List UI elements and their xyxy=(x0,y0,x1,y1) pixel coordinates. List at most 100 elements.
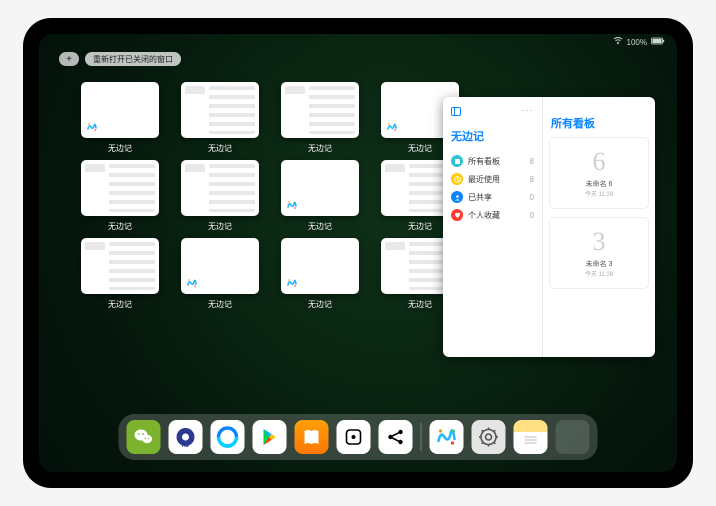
freeform-app-icon xyxy=(185,276,199,290)
freeform-app-icon xyxy=(285,198,299,212)
window-tile[interactable]: 无边记 xyxy=(181,160,259,232)
window-tile-label: 无边记 xyxy=(108,299,132,310)
window-tile[interactable]: 无边记 xyxy=(181,238,259,310)
board-name: 未命名 6 xyxy=(586,179,613,189)
window-thumbnail xyxy=(281,160,359,216)
sidebar-item-icon xyxy=(451,155,463,167)
boards-pane: 所有看板 6未命名 6今天 11:293未命名 3今天 11:28 xyxy=(543,97,655,357)
window-thumbnail xyxy=(181,160,259,216)
sidebar-item[interactable]: 个人收藏 0 xyxy=(449,206,536,224)
ipad-device: 100% + 重新打开已关闭的窗口 无边记无边记无边记无边记无边记无边记无边记无… xyxy=(23,18,693,488)
boards-title: 所有看板 xyxy=(551,115,649,131)
window-tile[interactable]: 无边记 xyxy=(81,160,159,232)
dock: HD xyxy=(119,414,598,460)
window-thumbnail xyxy=(81,238,159,294)
window-tile[interactable]: 无边记 xyxy=(181,82,259,154)
window-thumbnail xyxy=(181,82,259,138)
window-tile-label: 无边记 xyxy=(208,221,232,232)
sidebar-item[interactable]: 所有看板 8 xyxy=(449,152,536,170)
sidebar-toggle-icon[interactable] xyxy=(451,107,461,118)
window-tile-label: 无边记 xyxy=(408,299,432,310)
window-tile-label: 无边记 xyxy=(208,143,232,154)
dock-app-qq-browser[interactable] xyxy=(211,420,245,454)
window-tile-label: 无边记 xyxy=(108,221,132,232)
window-thumbnail xyxy=(181,238,259,294)
reopen-toolbar: + 重新打开已关闭的窗口 xyxy=(59,52,181,66)
sidebar-item-label: 所有看板 xyxy=(468,156,500,167)
freeform-main-window[interactable]: ··· 无边记 所有看板 8 最近使用 8 已共享 0 个人收藏 0 所有看板 6 未命名 6今… xyxy=(443,97,655,357)
app-expose-grid: 无边记无边记无边记无边记无边记无边记无边记无边记无边记无边记无边记无边记 xyxy=(81,82,447,310)
dock-separator xyxy=(421,423,422,451)
window-thumbnail xyxy=(81,160,159,216)
device-screen: 100% + 重新打开已关闭的窗口 无边记无边记无边记无边记无边记无边记无边记无… xyxy=(39,34,677,472)
dock-app-settings[interactable] xyxy=(472,420,506,454)
window-tile-label: 无边记 xyxy=(308,143,332,154)
new-window-button[interactable]: + xyxy=(59,52,79,66)
window-tile-label: 无边记 xyxy=(108,143,132,154)
sidebar-item-icon xyxy=(451,209,463,221)
status-bar: 100% xyxy=(39,34,677,50)
battery-percent: 100% xyxy=(627,38,647,47)
window-tile-label: 无边记 xyxy=(408,143,432,154)
board-thumbnail: 3 xyxy=(593,229,606,255)
window-tile[interactable]: 无边记 xyxy=(281,238,359,310)
freeform-app-icon xyxy=(185,120,199,134)
window-tile-label: 无边记 xyxy=(408,221,432,232)
dock-main-section: HD xyxy=(127,420,413,454)
freeform-app-icon xyxy=(85,276,99,290)
window-tile-label: 无边记 xyxy=(308,221,332,232)
sidebar-item[interactable]: 已共享 0 xyxy=(449,188,536,206)
window-tile-label: 无边记 xyxy=(308,299,332,310)
sidebar-item-icon xyxy=(451,173,463,185)
dock-app-library[interactable] xyxy=(556,420,590,454)
board-name: 未命名 3 xyxy=(586,259,613,269)
freeform-app-icon xyxy=(385,120,399,134)
sidebar-item-icon xyxy=(451,191,463,203)
freeform-app-icon xyxy=(385,198,399,212)
sidebar-item-count: 0 xyxy=(530,193,534,202)
freeform-app-icon xyxy=(285,276,299,290)
reopen-closed-window-button[interactable]: 重新打开已关闭的窗口 xyxy=(85,52,181,66)
window-tile-label: 无边记 xyxy=(208,299,232,310)
dock-app-books[interactable] xyxy=(295,420,329,454)
dock-recent-section xyxy=(430,420,590,454)
window-tile[interactable]: 无边记 xyxy=(281,82,359,154)
board-timestamp: 今天 11:29 xyxy=(585,189,613,198)
freeform-app-icon xyxy=(185,198,199,212)
freeform-sidebar: ··· 无边记 所有看板 8 最近使用 8 已共享 0 个人收藏 0 xyxy=(443,97,543,357)
freeform-app-icon xyxy=(385,276,399,290)
sidebar-items: 所有看板 8 最近使用 8 已共享 0 个人收藏 0 xyxy=(449,152,536,224)
sidebar-item-label: 个人收藏 xyxy=(468,210,500,221)
window-tile[interactable]: 无边记 xyxy=(81,238,159,310)
freeform-app-icon xyxy=(85,120,99,134)
window-tile[interactable]: 无边记 xyxy=(81,82,159,154)
dock-app-share[interactable] xyxy=(379,420,413,454)
window-tile[interactable]: 无边记 xyxy=(281,160,359,232)
window-thumbnail xyxy=(81,82,159,138)
wifi-icon xyxy=(613,37,623,47)
sidebar-app-title: 无边记 xyxy=(451,128,536,144)
sidebar-item-count: 8 xyxy=(530,175,534,184)
battery-icon xyxy=(651,37,665,47)
more-menu-icon[interactable]: ··· xyxy=(521,105,534,118)
dock-app-playstore[interactable] xyxy=(253,420,287,454)
board-card[interactable]: 6 未命名 6今天 11:29 xyxy=(549,137,649,209)
sidebar-item-label: 最近使用 xyxy=(468,174,500,185)
sidebar-item-count: 0 xyxy=(530,211,534,220)
freeform-app-icon xyxy=(285,120,299,134)
board-card[interactable]: 3未命名 3今天 11:28 xyxy=(549,217,649,289)
sidebar-item-label: 已共享 xyxy=(468,192,492,203)
dock-app-wechat[interactable] xyxy=(127,420,161,454)
window-thumbnail xyxy=(281,238,359,294)
board-list: 6未命名 6今天 11:293未命名 3今天 11:28 xyxy=(549,137,649,289)
sidebar-item[interactable]: 最近使用 8 xyxy=(449,170,536,188)
dock-app-freeform[interactable] xyxy=(430,420,464,454)
window-thumbnail xyxy=(281,82,359,138)
dock-app-notes[interactable] xyxy=(514,420,548,454)
dock-app-dice[interactable] xyxy=(337,420,371,454)
freeform-app-icon xyxy=(85,198,99,212)
board-thumbnail: 6 xyxy=(593,149,606,175)
dock-app-hd-browser[interactable]: HD xyxy=(169,420,203,454)
sidebar-item-count: 8 xyxy=(530,157,534,166)
svg-text:HD: HD xyxy=(182,443,190,449)
